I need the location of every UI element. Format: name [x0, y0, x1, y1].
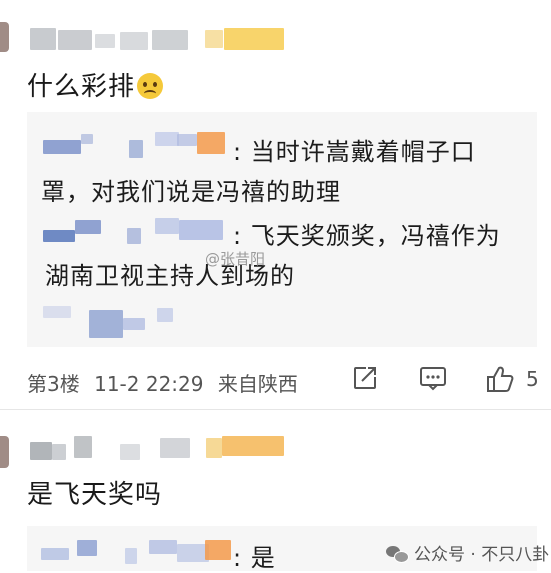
comment-icon[interactable]: [419, 365, 447, 395]
reply-text-line: : 是: [233, 544, 276, 572]
comment-text: 是飞天奖吗: [27, 480, 163, 510]
comment-body: 什么彩排: [27, 72, 136, 102]
avatar[interactable]: [0, 436, 9, 468]
reply-text-line: 罩，对我们说是冯禧的助理: [41, 178, 341, 206]
like-count: 5: [526, 367, 539, 391]
sad-face-emoji-icon: [137, 73, 164, 99]
reply-text-line: : 飞天奖颁奖，冯禧作为: [233, 222, 501, 250]
share-icon[interactable]: [352, 365, 378, 395]
comment-date: 11-2 22:29: [94, 372, 204, 396]
like-button[interactable]: 5: [486, 365, 539, 397]
inline-watermark: @张昔阳: [205, 250, 266, 268]
watermark: 公众号 · 不只八卦: [386, 540, 549, 565]
comment-meta: 第3楼 11-2 22:29 来自陕西: [27, 368, 306, 397]
divider: [0, 409, 551, 410]
thumbs-up-icon: [487, 366, 514, 392]
comment-text: 什么彩排: [27, 66, 164, 103]
wechat-icon: [386, 546, 409, 563]
reply-text-line: : 当时许嵩戴着帽子口: [233, 138, 476, 166]
avatar[interactable]: [0, 22, 9, 52]
reply-thread[interactable]: : 当时许嵩戴着帽子口 罩，对我们说是冯禧的助理 : 飞天奖颁奖，冯禧作为 湖南…: [27, 112, 537, 347]
comment-location: 来自陕西: [217, 372, 298, 396]
floor-number: 第3楼: [27, 372, 80, 396]
